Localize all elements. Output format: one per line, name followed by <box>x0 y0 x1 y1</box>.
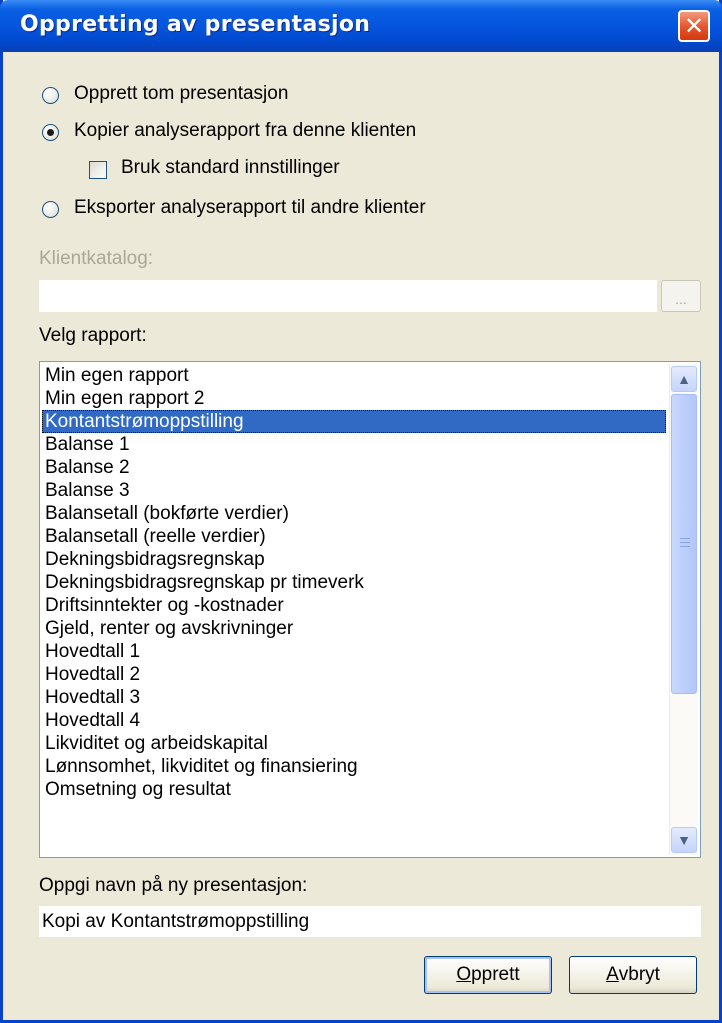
cancel-label: vbryt <box>618 964 660 985</box>
list-item[interactable]: Kontantstrømoppstilling <box>42 410 666 433</box>
default-settings-checkbox[interactable] <box>89 161 107 179</box>
list-item[interactable]: Min egen rapport <box>42 364 666 387</box>
new-name-value: Kopi av Kontantstrømoppstilling <box>42 911 310 932</box>
title-bar[interactable]: Oppretting av presentasjon ✕ <box>0 0 722 52</box>
copy-report-radio[interactable] <box>42 124 59 141</box>
report-list-items: Min egen rapport Min egen rapport 2 Kontan… <box>42 364 666 801</box>
export-report-label[interactable]: Eksporter analyserapport til andre klien… <box>74 197 426 219</box>
list-item[interactable]: Dekningsbidragsregnskap <box>42 548 666 571</box>
list-item[interactable]: Hovedtall 3 <box>42 686 666 709</box>
list-item[interactable]: Dekningsbidragsregnskap pr timeverk <box>42 571 666 594</box>
list-item[interactable]: Hovedtall 1 <box>42 640 666 663</box>
report-list-scrollbar[interactable]: ▲ ▼ <box>669 364 698 855</box>
list-item[interactable]: Balanse 3 <box>42 479 666 502</box>
create-empty-radio[interactable] <box>42 87 59 104</box>
chevron-up-icon: ▲ <box>677 371 691 387</box>
list-item[interactable]: Min egen rapport 2 <box>42 387 666 410</box>
dialog-window: Oppretting av presentasjon ✕ Opprett tom… <box>0 0 722 1023</box>
scroll-down-button[interactable]: ▼ <box>671 827 697 853</box>
client-folder-label: Klientkatalog: <box>39 248 154 269</box>
browse-label: ... <box>675 291 687 307</box>
new-name-label: Oppgi navn på ny presentasjon: <box>39 875 308 896</box>
create-button[interactable]: Opprett <box>424 956 552 994</box>
copy-report-label[interactable]: Kopier analyserapport fra denne klienten <box>74 120 416 142</box>
list-item[interactable]: Hovedtall 2 <box>42 663 666 686</box>
create-accel: O <box>456 964 472 985</box>
default-settings-label[interactable]: Bruk standard innstillinger <box>121 157 340 179</box>
dialog-title: Oppretting av presentasjon <box>20 12 371 37</box>
scroll-thumb[interactable] <box>671 394 697 694</box>
create-empty-label[interactable]: Opprett tom presentasjon <box>74 83 288 105</box>
list-item[interactable]: Balansetall (bokførte verdier) <box>42 502 666 525</box>
create-label: pprett <box>471 964 520 985</box>
new-name-input[interactable]: Kopi av Kontantstrømoppstilling <box>39 906 701 937</box>
scroll-up-button[interactable]: ▲ <box>671 366 697 392</box>
grip-line <box>680 542 690 543</box>
list-item[interactable]: Balanse 1 <box>42 433 666 456</box>
close-button[interactable]: ✕ <box>678 10 710 42</box>
grip-line <box>680 538 690 539</box>
browse-button[interactable]: ... <box>661 280 701 312</box>
report-list-label: Velg rapport: <box>39 325 147 346</box>
export-report-radio[interactable] <box>42 201 59 218</box>
grip-line <box>680 546 690 547</box>
list-item[interactable]: Likviditet og arbeidskapital <box>42 732 666 755</box>
list-item[interactable]: Balansetall (reelle verdier) <box>42 525 666 548</box>
close-icon: ✕ <box>683 12 705 40</box>
list-item[interactable]: Omsetning og resultat <box>42 778 666 801</box>
list-item[interactable]: Lønnsomhet, likviditet og finansiering <box>42 755 666 778</box>
list-item[interactable]: Driftsinntekter og -kostnader <box>42 594 666 617</box>
cancel-button[interactable]: Avbryt <box>569 956 697 994</box>
list-item[interactable]: Balanse 2 <box>42 456 666 479</box>
cancel-accel: A <box>606 964 619 985</box>
list-item[interactable]: Gjeld, renter og avskrivninger <box>42 617 666 640</box>
list-item[interactable]: Hovedtall 4 <box>42 709 666 732</box>
client-folder-input[interactable] <box>39 280 657 312</box>
chevron-down-icon: ▼ <box>677 832 691 848</box>
report-listbox[interactable]: Min egen rapport Min egen rapport 2 Kontan… <box>39 361 701 858</box>
